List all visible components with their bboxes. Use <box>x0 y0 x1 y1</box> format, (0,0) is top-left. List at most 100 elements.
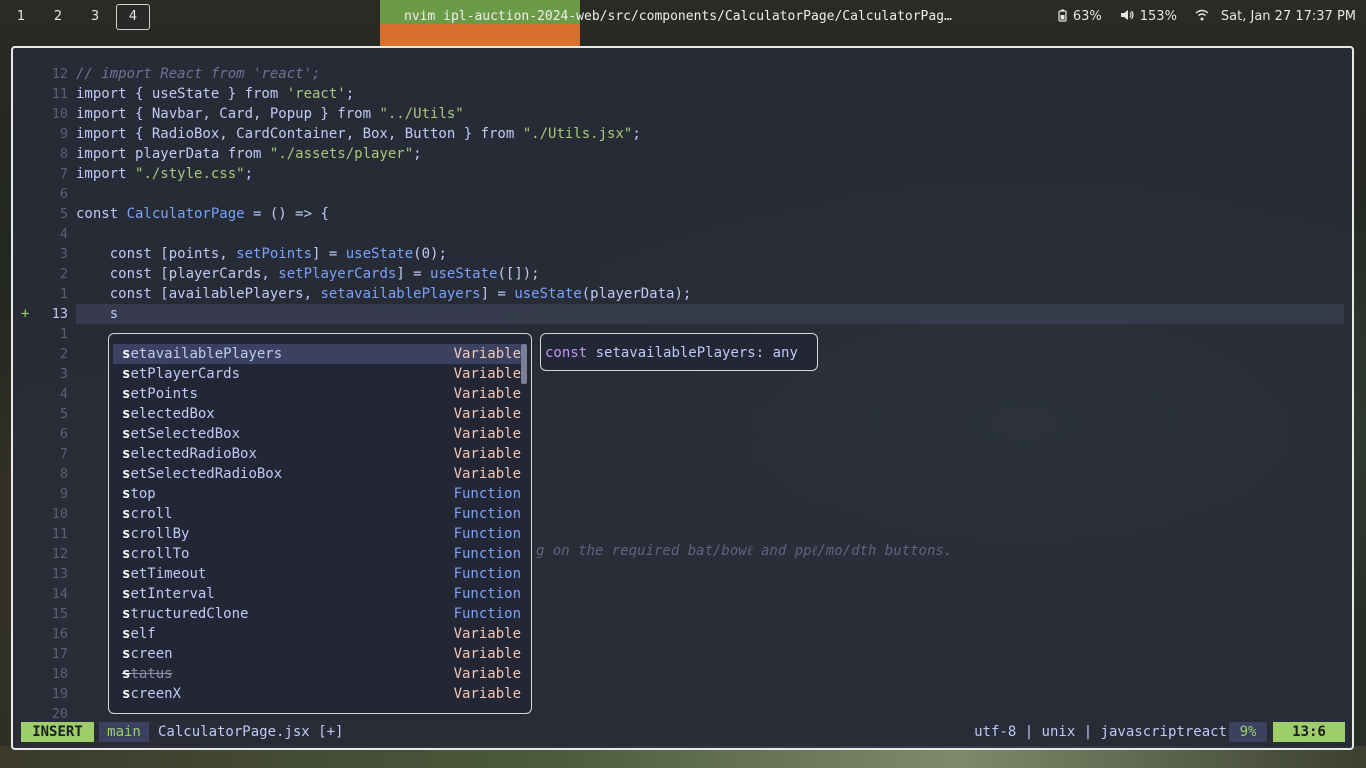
completion-item[interactable]: scroll Function <box>113 504 521 524</box>
scroll-percent: 9% <box>1229 722 1267 742</box>
completion-label-rest: etSelectedBox <box>130 426 241 442</box>
line-number: 16 <box>51 626 68 642</box>
completion-label-rest: electedRadioBox <box>130 446 257 462</box>
completion-item[interactable]: self Variable <box>113 624 521 644</box>
file-name: CalculatorPage.jsx [+] <box>158 724 344 740</box>
completion-label-rest: tructuredClone <box>130 606 249 622</box>
code-line[interactable]: +13 s <box>13 304 1343 324</box>
line-number: 5 <box>59 206 68 222</box>
line-number: 12 <box>51 546 68 562</box>
completion-item[interactable]: setavailablePlayers Variable <box>113 344 521 364</box>
line-code: import playerData from "./assets/player"… <box>76 146 422 162</box>
line-code: import "./style.css"; <box>76 166 254 182</box>
completion-label-rest: tatus <box>130 666 173 682</box>
clock: Sat, Jan 27 17:37 PM <box>1220 9 1356 24</box>
completion-item[interactable]: setPoints Variable <box>113 384 521 404</box>
volume-level: 153% <box>1139 9 1177 24</box>
line-code: import { Navbar, Card, Popup } from "../… <box>76 106 464 122</box>
completion-item[interactable]: setPlayerCards Variable <box>113 364 521 384</box>
workspace-3[interactable]: 3 <box>80 5 110 29</box>
line-number: 11 <box>51 86 68 102</box>
system-tray: 63% 153% Sat, Jan 27 17:37 PM <box>1058 9 1356 26</box>
line-code: import { RadioBox, CardContainer, Box, B… <box>76 126 641 142</box>
completion-label: scrollBy <box>122 524 189 544</box>
line-number: 18 <box>51 666 68 682</box>
system-topbar: 1 2 3 4 nvim ipl-auction-2024-web/src/co… <box>0 0 1366 36</box>
code-line[interactable]: 6 <box>13 184 1343 204</box>
completion-label: setInterval <box>122 584 215 604</box>
completion-item[interactable]: setSelectedBox Variable <box>113 424 521 444</box>
line-code: const CalculatorPage = () => { <box>76 206 329 222</box>
completion-item[interactable]: status Variable <box>113 664 521 684</box>
completion-item[interactable]: scrollTo Function <box>113 544 521 564</box>
completion-item[interactable]: selectedBox Variable <box>113 404 521 424</box>
volume-icon[interactable] <box>1120 9 1134 26</box>
cursor-position: 13:6 <box>1273 722 1345 742</box>
completion-label: status <box>122 664 173 684</box>
completion-item[interactable]: structuredClone Function <box>113 604 521 624</box>
line-code: import { useState } from 'react'; <box>76 86 355 102</box>
completion-label: screenX <box>122 684 181 704</box>
line-number: 10 <box>51 506 68 522</box>
completion-kind: Function <box>453 546 521 562</box>
completion-kind: Function <box>453 606 521 622</box>
code-line[interactable]: 5 const CalculatorPage = () => { <box>13 204 1343 224</box>
code-line[interactable]: 7 import "./style.css"; <box>13 164 1343 184</box>
ghost-comment-text: g on the required bat/bowℓ and ppℓ/mo/dt… <box>536 543 953 559</box>
wifi-icon[interactable] <box>1195 9 1209 26</box>
code-line[interactable]: 3 const [points, setPoints] = useState(0… <box>13 244 1343 264</box>
completion-item[interactable]: scrollBy Function <box>113 524 521 544</box>
code-line[interactable]: 12 // import React from 'react'; <box>13 64 1343 84</box>
completion-label: setSelectedRadioBox <box>122 464 282 484</box>
completion-kind: Variable <box>453 426 521 442</box>
completion-label-rest: elf <box>130 626 156 642</box>
completion-menu[interactable]: setavailablePlayers Variable setPlayerCard… <box>108 333 532 714</box>
completion-kind: Function <box>453 586 521 602</box>
completion-label-rest: etInterval <box>130 586 215 602</box>
completion-kind: Function <box>453 506 521 522</box>
completion-label: selectedBox <box>122 404 215 424</box>
completion-label-rest: etSelectedRadioBox <box>130 466 283 482</box>
line-number: 17 <box>51 646 68 662</box>
completion-item[interactable]: setInterval Function <box>113 584 521 604</box>
completion-label-rest: etavailablePlayers <box>130 346 283 362</box>
completion-item[interactable]: selectedRadioBox Variable <box>113 444 521 464</box>
battery-icon <box>1058 9 1067 26</box>
workspace-4-active[interactable]: 4 <box>116 4 150 30</box>
line-number: 14 <box>51 586 68 602</box>
completion-label-rest: etTimeout <box>130 566 207 582</box>
completion-scrollbar[interactable] <box>521 344 527 384</box>
completion-label-rest: etPlayerCards <box>130 366 241 382</box>
line-number: 7 <box>59 446 68 462</box>
code-line[interactable]: 11 import { useState } from 'react'; <box>13 84 1343 104</box>
workspace-1[interactable]: 1 <box>6 5 36 29</box>
completion-kind: Variable <box>453 646 521 662</box>
line-number: 13 <box>51 566 68 582</box>
completion-item[interactable]: stop Function <box>113 484 521 504</box>
code-line[interactable]: 8 import playerData from "./assets/player… <box>13 144 1343 164</box>
code-line[interactable]: 1 const [availablePlayers, setavailableP… <box>13 284 1343 304</box>
completion-item[interactable]: setTimeout Function <box>113 564 521 584</box>
completion-item[interactable]: screen Variable <box>113 644 521 664</box>
completion-kind: Function <box>453 526 521 542</box>
completion-kind: Function <box>453 486 521 502</box>
completion-kind: Variable <box>453 406 521 422</box>
line-number: 1 <box>59 326 68 342</box>
completion-label: stop <box>122 484 156 504</box>
completion-kind: Variable <box>453 446 521 462</box>
completion-label-rest: top <box>130 486 156 502</box>
code-line[interactable]: 2 const [playerCards, setPlayerCards] = … <box>13 264 1343 284</box>
doc-keyword: const <box>545 345 588 361</box>
line-number: 19 <box>51 686 68 702</box>
code-line[interactable]: 10 import { Navbar, Card, Popup } from ".… <box>13 104 1343 124</box>
nvim-terminal-window[interactable]: 12// import React from 'react'; 11 import … <box>11 46 1354 750</box>
code-line[interactable]: 9 import { RadioBox, CardContainer, Box, … <box>13 124 1343 144</box>
completion-item[interactable]: setSelectedRadioBox Variable <box>113 464 521 484</box>
completion-item[interactable]: screenX Variable <box>113 684 521 704</box>
workspace-2[interactable]: 2 <box>43 5 73 29</box>
completion-kind: Variable <box>453 386 521 402</box>
window-title: nvim ipl-auction-2024-web/src/components… <box>404 9 952 24</box>
completion-kind: Variable <box>453 666 521 682</box>
git-branch: main <box>99 722 149 742</box>
code-line[interactable]: 4 <box>13 224 1343 244</box>
